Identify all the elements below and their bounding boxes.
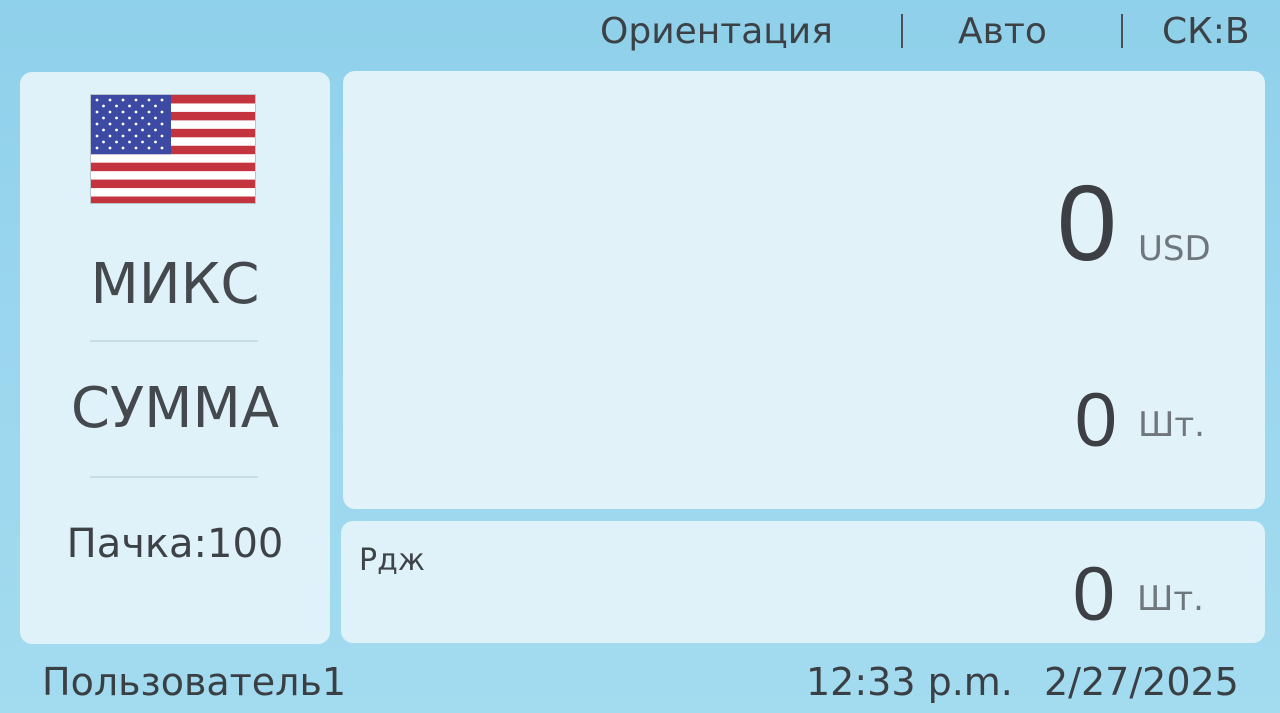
- divider: [90, 476, 258, 478]
- divider: [90, 340, 258, 342]
- top-status-bar: Ориентация Авто СК:В: [0, 0, 1280, 66]
- sum-mode-button[interactable]: СУММА: [20, 376, 330, 442]
- time-label: 12:33 p.m.: [806, 660, 1013, 704]
- reject-unit-label: Шт.: [1137, 579, 1204, 619]
- topbar-divider: [1121, 14, 1123, 48]
- usa-flag-icon[interactable]: [90, 94, 256, 204]
- user-label[interactable]: Пользователь1: [42, 656, 346, 708]
- mix-mode-button[interactable]: МИКС: [20, 252, 330, 318]
- orientation-button[interactable]: Ориентация: [600, 10, 833, 54]
- speed-button[interactable]: СК:В: [1162, 10, 1250, 54]
- reject-panel[interactable]: Рдж 0 Шт.: [341, 521, 1265, 643]
- auto-mode-button[interactable]: Авто: [958, 10, 1047, 54]
- counter-panel: 0 USD 0 Шт.: [343, 71, 1265, 509]
- total-amount-value: 0: [1056, 162, 1117, 283]
- piece-count-value: 0: [1074, 378, 1117, 463]
- piece-unit-label: Шт.: [1138, 405, 1205, 445]
- batch-button[interactable]: Пачка:100: [20, 520, 330, 568]
- topbar-divider: [901, 14, 903, 48]
- reject-label: Рдж: [359, 543, 425, 578]
- currency-label: USD: [1138, 229, 1211, 269]
- mode-panel: МИКС СУММА Пачка:100: [20, 72, 330, 644]
- reject-count-value: 0: [1072, 552, 1115, 637]
- date-label: 2/27/2025: [1044, 660, 1239, 704]
